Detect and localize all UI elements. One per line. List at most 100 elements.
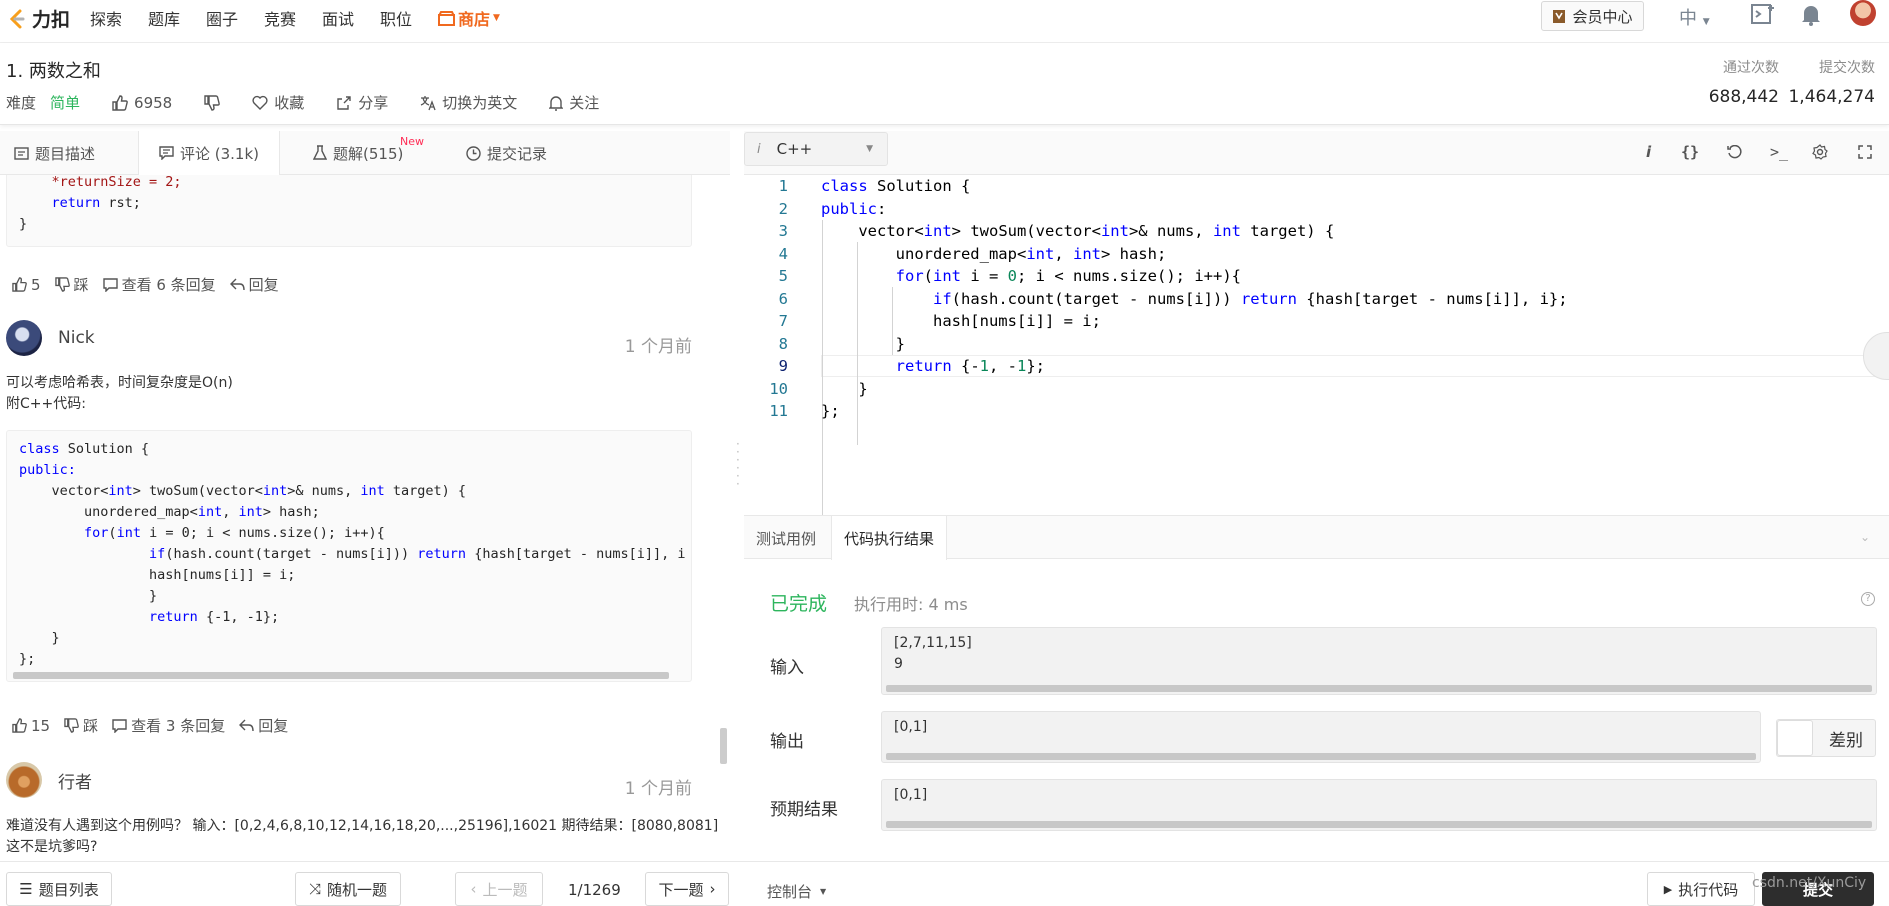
- horizontal-scrollbar[interactable]: [886, 753, 1756, 760]
- tab-testcase[interactable]: 测试用例: [756, 516, 816, 560]
- tab-comments[interactable]: 评论 (3.1k): [138, 131, 280, 175]
- language-switch[interactable]: 中 ▼: [1679, 4, 1710, 30]
- user-avatar[interactable]: [6, 320, 42, 356]
- tab-solutions[interactable]: 题解(515): [313, 131, 403, 175]
- code-line: };: [821, 402, 840, 420]
- share-button[interactable]: 分享: [336, 92, 388, 113]
- line-number: 2: [778, 199, 788, 218]
- prev-comment-code: *returnSize = 2; return rst; }: [6, 175, 692, 247]
- switch-english-button[interactable]: 切换为英文: [420, 92, 517, 113]
- play-icon: ▶: [1663, 882, 1673, 896]
- horizontal-scrollbar[interactable]: [886, 685, 1872, 692]
- view-replies-button[interactable]: 查看 6 条回复: [102, 274, 216, 295]
- submissions-label: 提交次数: [1819, 60, 1875, 76]
- submissions-count: 1,464,274: [1788, 87, 1875, 107]
- clock-icon: [466, 145, 481, 161]
- reply-button[interactable]: 回复: [229, 274, 279, 295]
- user-avatar[interactable]: [6, 762, 42, 798]
- dislike-button[interactable]: 踩: [54, 274, 89, 295]
- nav-shop[interactable]: 商店 ▼: [438, 6, 500, 30]
- next-problem-label: 下一题: [658, 880, 704, 899]
- pane-resize-handle[interactable]: · · · · · ·: [736, 438, 740, 490]
- problem-list-button[interactable]: ☰ 题目列表: [6, 872, 112, 906]
- language-select[interactable]: i C++ ▼: [744, 132, 888, 166]
- tab-description[interactable]: 题目描述: [14, 131, 95, 175]
- settings-gear-icon[interactable]: [1812, 144, 1828, 160]
- line-number: 7: [778, 312, 788, 330]
- nav-problems[interactable]: 题库: [148, 6, 180, 30]
- vertical-scrollbar[interactable]: [720, 728, 727, 764]
- thumbs-down-icon: [54, 277, 70, 292]
- dislike-label: 踩: [73, 276, 89, 294]
- like-button[interactable]: 6958: [112, 94, 172, 112]
- comment-author[interactable]: 行者: [6, 762, 92, 798]
- console-toggle[interactable]: 控制台 ▼: [767, 881, 826, 902]
- prev-problem-button[interactable]: ‹ 上一题: [455, 872, 543, 906]
- run-code-button[interactable]: ▶ 执行代码: [1647, 872, 1755, 906]
- user-avatar[interactable]: [1850, 0, 1876, 26]
- comment-line: 难道没有人遇到这个用例吗？ 输入：[0,2,4,6,8,10,12,14,16,…: [6, 818, 719, 834]
- comment-line: 这不是坑爹吗?: [6, 839, 98, 855]
- favorite-button[interactable]: 收藏: [252, 92, 304, 113]
- view-replies-button[interactable]: 查看 3 条回复: [112, 715, 225, 736]
- diff-switch[interactable]: [1777, 720, 1813, 756]
- comment-time: 1 个月前: [624, 779, 692, 799]
- input-line: 9: [894, 656, 903, 672]
- reset-icon[interactable]: [1727, 145, 1742, 159]
- code-line: vector<int> twoSum(vector<int>& nums, in…: [19, 483, 467, 499]
- nav-explore[interactable]: 探索: [90, 6, 122, 30]
- nav-interview[interactable]: 面试: [322, 6, 354, 30]
- line-number: 9: [778, 357, 788, 375]
- code-line: return rst;: [19, 195, 141, 211]
- thumbs-down-icon: [204, 94, 221, 111]
- username[interactable]: 行者: [58, 768, 92, 793]
- nav-jobs[interactable]: 职位: [380, 6, 412, 30]
- leetcode-logo[interactable]: 力扣: [6, 5, 70, 32]
- horizontal-scrollbar[interactable]: [13, 672, 669, 679]
- comments-pane: *returnSize = 2; return rst; } 5 踩 查看 6 …: [0, 175, 730, 861]
- code-line: public:: [821, 199, 887, 218]
- code-line: for(int i = 0; i < nums.size(); i++){: [84, 525, 385, 541]
- nav-contest[interactable]: 竞赛: [264, 6, 296, 30]
- like-button[interactable]: 5: [12, 276, 41, 294]
- line-number: 8: [778, 334, 788, 353]
- diff-toggle[interactable]: 差别: [1776, 719, 1876, 757]
- accepted-label: 通过次数: [1723, 60, 1779, 76]
- tab-result[interactable]: 代码执行结果: [831, 516, 948, 560]
- follow-button[interactable]: 关注: [549, 92, 599, 113]
- comment-text: 可以考虑哈希表，时间复杂度是O(n) 附C++代码:: [6, 373, 233, 415]
- playground-icon[interactable]: [1751, 4, 1775, 26]
- vip-button[interactable]: 会员中心: [1541, 1, 1644, 31]
- help-icon[interactable]: ?: [1861, 592, 1875, 606]
- code-line: if(hash.count(target - nums[i])) return …: [932, 289, 1568, 308]
- code-line: for(int i = 0; i < nums.size(); i++){: [895, 267, 1241, 285]
- collapse-chevron-icon[interactable]: ⌄: [1860, 530, 1870, 544]
- next-problem-button[interactable]: 下一题 ›: [645, 872, 729, 906]
- tab-submissions[interactable]: 提交记录: [466, 131, 547, 175]
- expected-box: [0,1]: [881, 779, 1877, 831]
- expected-label: 预期结果: [770, 800, 838, 820]
- view-replies-label: 查看 6 条回复: [121, 276, 216, 294]
- share-icon: [337, 95, 351, 110]
- random-problem-button[interactable]: ⤨ 随机一题: [295, 872, 401, 906]
- fullscreen-icon[interactable]: [1858, 145, 1872, 159]
- format-code-icon[interactable]: {}: [1681, 143, 1699, 161]
- like-button[interactable]: 15: [12, 717, 50, 735]
- horizontal-scrollbar[interactable]: [886, 821, 1872, 828]
- dislike-button[interactable]: 踩: [64, 715, 98, 736]
- code-editor[interactable]: 1 2 3 4 5 6 7 8 9 10 11 class Solution {…: [744, 175, 1889, 558]
- code-line: }: [821, 334, 905, 353]
- notification-bell-icon[interactable]: [1801, 4, 1821, 26]
- nav-circle[interactable]: 圈子: [206, 6, 238, 30]
- input-box: [2,7,11,15] 9: [881, 627, 1877, 695]
- code-line: };: [19, 651, 36, 667]
- dislike-button[interactable]: [204, 94, 221, 111]
- username[interactable]: Nick: [58, 328, 95, 348]
- terminal-icon[interactable]: >_: [1770, 143, 1788, 161]
- info-icon[interactable]: i: [1646, 143, 1651, 161]
- reply-button[interactable]: 回复: [239, 715, 288, 736]
- favorite-label: 收藏: [274, 94, 305, 112]
- comment-author[interactable]: Nick: [6, 320, 95, 356]
- reply-label: 回复: [248, 276, 279, 294]
- info-icon: i: [757, 141, 761, 157]
